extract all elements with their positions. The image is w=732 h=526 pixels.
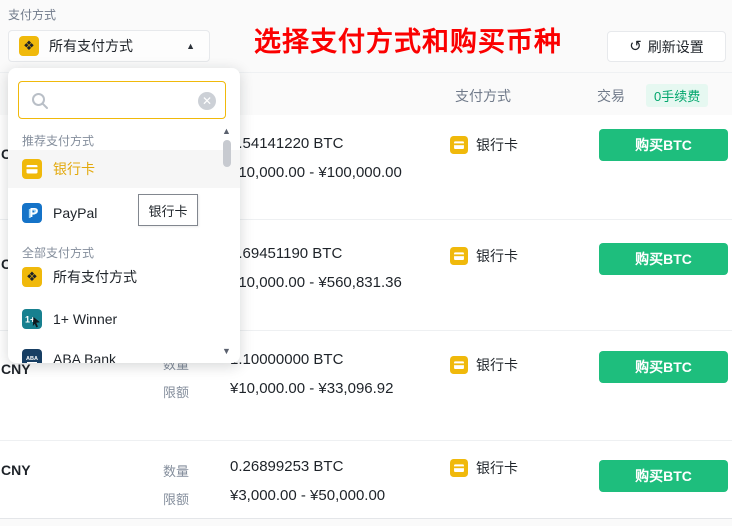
limit-value: ¥3,000.00 - ¥50,000.00 — [230, 487, 385, 504]
payment-method-selected-value: 所有支付方式 — [49, 36, 133, 56]
payment-tag: 银行卡 — [450, 135, 518, 155]
p2p-buy-page: 支付方式 ❖ 所有支付方式 ▲ 选择支付方式和购买币种 ↺ 刷新设置 支付方式 … — [0, 0, 732, 526]
dropdown-item-paypal[interactable]: PP 1+ Winner PayPal — [8, 194, 240, 232]
svg-text:P: P — [30, 205, 39, 220]
amount-label: 数量 — [163, 461, 189, 480]
payment-search-box: ✕ — [18, 81, 226, 119]
buy-btc-button[interactable]: 购买BTC — [599, 129, 728, 161]
bank-card-icon — [450, 459, 468, 477]
payment-method-select[interactable]: ❖ 所有支付方式 ▲ — [8, 30, 210, 62]
aba-bank-icon: ABA — [22, 349, 42, 363]
payment-method-label: 支付方式 — [8, 6, 56, 23]
dropdown-item-one-plus-winner[interactable]: 1+ 1+ Winner — [8, 300, 240, 338]
bank-card-icon — [450, 247, 468, 265]
buy-btc-button[interactable]: 购买BTC — [599, 243, 728, 275]
buy-btc-button[interactable]: 购买BTC — [599, 351, 728, 383]
dropdown-item-label: PayPal — [53, 205, 97, 221]
amount-value: 0.69451190 BTC — [230, 245, 342, 262]
bank-card-icon — [450, 356, 468, 374]
payment-tag-label: 银行卡 — [476, 135, 518, 155]
section-recommended: 推荐支付方式 — [22, 132, 94, 149]
binance-all-icon: ❖ — [22, 267, 42, 287]
dropdown-item-label: 1+ Winner — [53, 311, 117, 327]
clear-search-icon[interactable]: ✕ — [198, 92, 216, 110]
scroll-down-icon[interactable]: ▼ — [222, 346, 231, 356]
offer-row: CNY 数量 0.26899253 BTC 限额 ¥3,000.00 - ¥50… — [0, 440, 732, 518]
paypal-icon: PP — [22, 203, 42, 223]
search-icon — [30, 91, 50, 111]
refresh-icon: ↺ — [629, 39, 642, 54]
refresh-settings-label: 刷新设置 — [648, 37, 704, 57]
page-bottom-strip — [0, 518, 732, 526]
bank-card-icon — [450, 136, 468, 154]
scroll-up-icon[interactable]: ▲ — [222, 126, 231, 136]
limit-value: ¥10,000.00 - ¥560,831.36 — [230, 274, 402, 291]
dropdown-item-label: 所有支付方式 — [53, 267, 137, 287]
payment-tag-label: 银行卡 — [476, 355, 518, 375]
price-currency: CNY — [1, 361, 31, 377]
header-trade: 交易 — [597, 86, 625, 106]
buy-btc-button[interactable]: 购买BTC — [599, 460, 728, 492]
amount-value: 0.54141220 BTC — [230, 135, 343, 152]
price-currency: CNY — [1, 462, 31, 478]
dropdown-item-aba-bank[interactable]: ABA ABA Bank — [8, 340, 240, 363]
one-plus-winner-icon: 1+ — [22, 309, 42, 329]
limit-value: ¥10,000.00 - ¥33,096.92 — [230, 380, 393, 397]
payment-method-dropdown: ✕ 推荐支付方式 银行卡 PP 1+ Winner PayPal 银行卡 全部支… — [8, 68, 240, 363]
amount-value: 0.26899253 BTC — [230, 458, 343, 475]
dropdown-item-bank-card[interactable]: 银行卡 — [8, 150, 240, 188]
payment-tag-label: 银行卡 — [476, 458, 518, 478]
refresh-settings-button[interactable]: ↺ 刷新设置 — [607, 31, 726, 62]
payment-tag: 银行卡 — [450, 246, 518, 266]
svg-text:ABA: ABA — [26, 356, 38, 362]
header-payment-method: 支付方式 — [455, 86, 511, 106]
limit-value: ¥10,000.00 - ¥100,000.00 — [230, 164, 402, 181]
payment-tag: 银行卡 — [450, 355, 518, 375]
bank-card-icon — [22, 159, 42, 179]
zero-fee-badge: 0手续费 — [646, 84, 708, 107]
annotation-text: 选择支付方式和购买币种 — [254, 20, 562, 59]
payment-tag-label: 银行卡 — [476, 246, 518, 266]
dropdown-item-label: ABA Bank — [53, 351, 116, 363]
drag-tooltip: 银行卡 — [138, 194, 198, 226]
amount-value: 1.10000000 BTC — [230, 351, 343, 368]
dropdown-item-label: 银行卡 — [53, 159, 95, 179]
dropdown-item-all-payment-methods[interactable]: ❖ 所有支付方式 — [8, 258, 240, 296]
scrollbar-thumb[interactable] — [223, 140, 231, 167]
limit-label: 限额 — [163, 489, 189, 508]
chevron-up-icon: ▲ — [186, 41, 195, 51]
payment-search-input[interactable] — [55, 83, 195, 117]
payment-tag: 银行卡 — [450, 458, 518, 478]
limit-label: 限额 — [163, 382, 189, 401]
filter-bar: 支付方式 ❖ 所有支付方式 ▲ 选择支付方式和购买币种 ↺ 刷新设置 — [0, 0, 732, 72]
binance-all-icon: ❖ — [19, 36, 39, 56]
